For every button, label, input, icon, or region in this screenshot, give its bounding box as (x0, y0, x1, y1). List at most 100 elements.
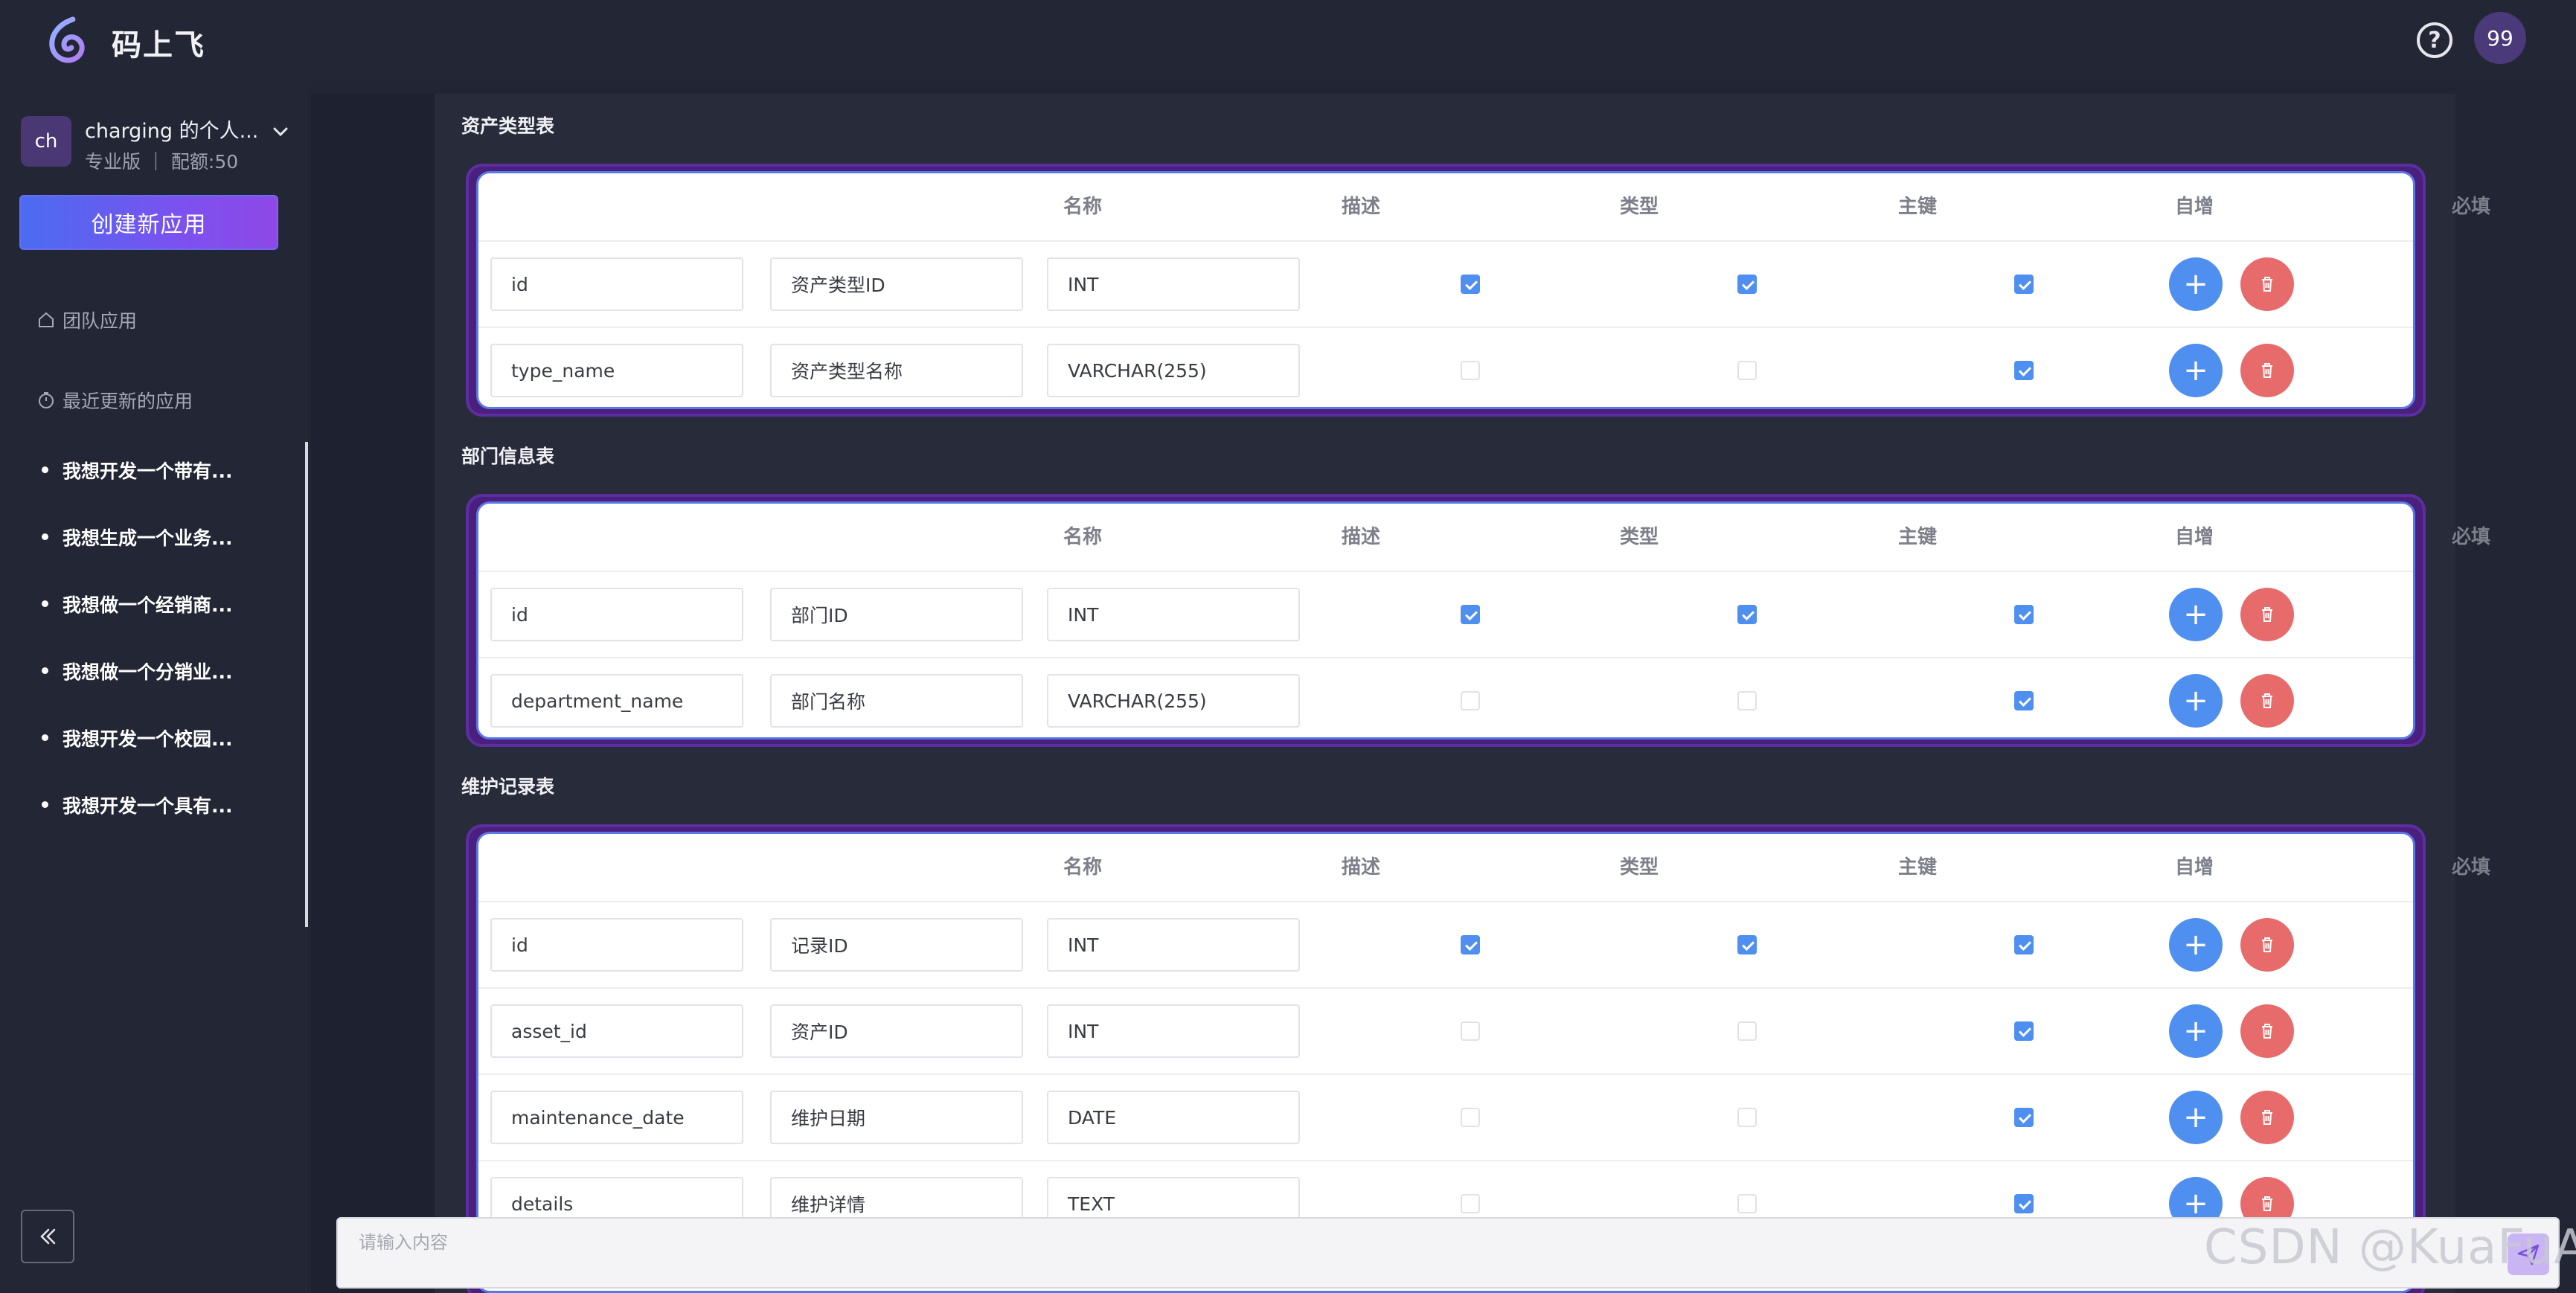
pk-checkbox[interactable] (1461, 605, 1480, 624)
table-row: maintenance_date 维护日期 DATE + (478, 1074, 2413, 1160)
trash-icon (2262, 1024, 2272, 1039)
required-checkbox[interactable] (2014, 275, 2034, 294)
ai-checkbox[interactable] (1737, 935, 1757, 954)
field-desc-input[interactable]: 资产类型ID (770, 257, 1023, 311)
required-checkbox[interactable] (2014, 605, 2034, 624)
field-type-input[interactable]: INT (1047, 257, 1300, 311)
add-row-button[interactable]: + (2169, 918, 2223, 972)
header-pk: 主键 (1898, 856, 1938, 879)
header-desc: 描述 (1342, 196, 1381, 218)
help-icon[interactable]: ? (2417, 22, 2452, 58)
pk-checkbox[interactable] (1461, 275, 1480, 294)
required-checkbox[interactable] (2014, 691, 2034, 710)
field-type-input[interactable]: VARCHAR(255) (1047, 344, 1300, 397)
pk-checkbox[interactable] (1461, 691, 1480, 710)
recent-app-item[interactable]: 我想生成一个业务... (42, 524, 233, 551)
field-name-input[interactable]: id (490, 257, 743, 311)
field-desc-input[interactable]: 记录ID (770, 918, 1023, 972)
workspace-name[interactable]: charging 的个人... (85, 115, 258, 144)
field-type-input[interactable]: INT (1047, 588, 1300, 641)
delete-row-button[interactable] (2240, 344, 2294, 397)
field-name-input[interactable]: id (490, 588, 743, 641)
delete-row-button[interactable] (2240, 1004, 2294, 1058)
table-row: department_name 部门名称 VARCHAR(255) + (478, 657, 2413, 743)
home-icon (39, 312, 54, 327)
delete-row-button[interactable] (2240, 588, 2294, 641)
field-desc-input[interactable]: 部门名称 (770, 674, 1023, 728)
header-ai: 自增 (2175, 196, 2214, 218)
field-type-input[interactable]: INT (1047, 1004, 1300, 1058)
user-avatar[interactable]: 99 (2474, 12, 2526, 64)
field-name-input[interactable]: maintenance_date (490, 1091, 743, 1144)
pk-checkbox[interactable] (1461, 361, 1480, 380)
nav-team-label: 团队应用 (63, 310, 138, 332)
ai-checkbox[interactable] (1737, 361, 1757, 380)
nav-team-apps[interactable]: 团队应用 (36, 307, 137, 333)
sidebar-scrollbar[interactable] (305, 442, 308, 927)
field-type-input[interactable]: DATE (1047, 1091, 1300, 1144)
table-frame: 名称 描述 类型 主键 自增 必填 操作 id 部门ID INT + depar… (466, 494, 2490, 747)
recent-app-item[interactable]: 我想开发一个校园... (42, 725, 233, 751)
recent-app-item[interactable]: 我想开发一个带有... (42, 457, 233, 484)
required-checkbox[interactable] (2014, 1021, 2034, 1041)
ai-checkbox[interactable] (1737, 1108, 1757, 1127)
header-required: 必填 (2452, 526, 2491, 548)
field-desc-input[interactable]: 资产类型名称 (770, 344, 1023, 397)
field-desc-input[interactable]: 维护日期 (770, 1091, 1023, 1144)
required-checkbox[interactable] (2014, 361, 2034, 380)
recent-app-item[interactable]: 我想开发一个具有... (42, 792, 233, 818)
ai-checkbox[interactable] (1737, 1021, 1757, 1041)
chevron-down-icon[interactable] (269, 121, 292, 143)
ai-checkbox[interactable] (1737, 1194, 1757, 1213)
field-desc-input[interactable]: 部门ID (770, 588, 1023, 641)
recent-app-item[interactable]: 我想做一个经销商... (42, 591, 233, 617)
recent-app-item[interactable]: 我想做一个分销业... (42, 658, 233, 684)
table-title: 部门信息表 (461, 446, 555, 467)
field-name-input[interactable]: department_name (490, 674, 743, 728)
required-checkbox[interactable] (2014, 1194, 2034, 1213)
ai-checkbox[interactable] (1737, 691, 1757, 710)
required-checkbox[interactable] (2014, 1108, 2034, 1127)
pk-checkbox[interactable] (1461, 1021, 1480, 1041)
add-row-button[interactable]: + (2169, 1091, 2223, 1144)
add-row-button[interactable]: + (2169, 257, 2223, 311)
delete-row-button[interactable] (2240, 1091, 2294, 1144)
nav-recent-label: 最近更新的应用 (63, 391, 193, 412)
add-row-button[interactable]: + (2169, 588, 2223, 641)
chat-placeholder: 请输入内容 (359, 1232, 448, 1253)
table-row: id 资产类型ID INT + (478, 240, 2413, 327)
trash-icon (2262, 1196, 2272, 1211)
table-card: 名称 描述 类型 主键 自增 必填 操作 id 资产类型ID INT + typ… (476, 171, 2490, 409)
create-app-button[interactable]: 创建新应用 (19, 195, 278, 250)
trash-icon (2262, 937, 2272, 952)
delete-row-button[interactable] (2240, 918, 2294, 972)
required-checkbox[interactable] (2014, 935, 2034, 954)
ai-checkbox[interactable] (1737, 605, 1757, 624)
field-type-input[interactable]: VARCHAR(255) (1047, 674, 1300, 728)
nav-recent-apps[interactable]: 最近更新的应用 (36, 387, 193, 414)
field-name-input[interactable]: asset_id (490, 1004, 743, 1058)
field-name-input[interactable]: id (490, 918, 743, 972)
header-type: 类型 (1620, 526, 1659, 548)
add-row-button[interactable]: + (2169, 674, 2223, 728)
add-row-button[interactable]: + (2169, 1004, 2223, 1058)
header-name: 名称 (1063, 856, 1103, 879)
add-row-button[interactable]: + (2169, 344, 2223, 397)
pk-checkbox[interactable] (1461, 935, 1480, 954)
ai-checkbox[interactable] (1737, 275, 1757, 294)
workspace-avatar[interactable]: ch (21, 116, 71, 167)
field-desc-input[interactable]: 资产ID (770, 1004, 1023, 1058)
header-type: 类型 (1620, 856, 1659, 879)
delete-row-button[interactable] (2240, 674, 2294, 728)
pk-checkbox[interactable] (1461, 1108, 1480, 1127)
field-name-input[interactable]: type_name (490, 344, 743, 397)
field-type-input[interactable]: INT (1047, 918, 1300, 972)
header-type: 类型 (1620, 196, 1659, 218)
brand-name: 码上飞 (112, 28, 205, 62)
timer-icon (39, 392, 54, 408)
trash-icon (2262, 1110, 2272, 1125)
collapse-sidebar-button[interactable] (21, 1210, 74, 1263)
pk-checkbox[interactable] (1461, 1194, 1480, 1213)
header-name: 名称 (1063, 196, 1103, 218)
delete-row-button[interactable] (2240, 257, 2294, 311)
